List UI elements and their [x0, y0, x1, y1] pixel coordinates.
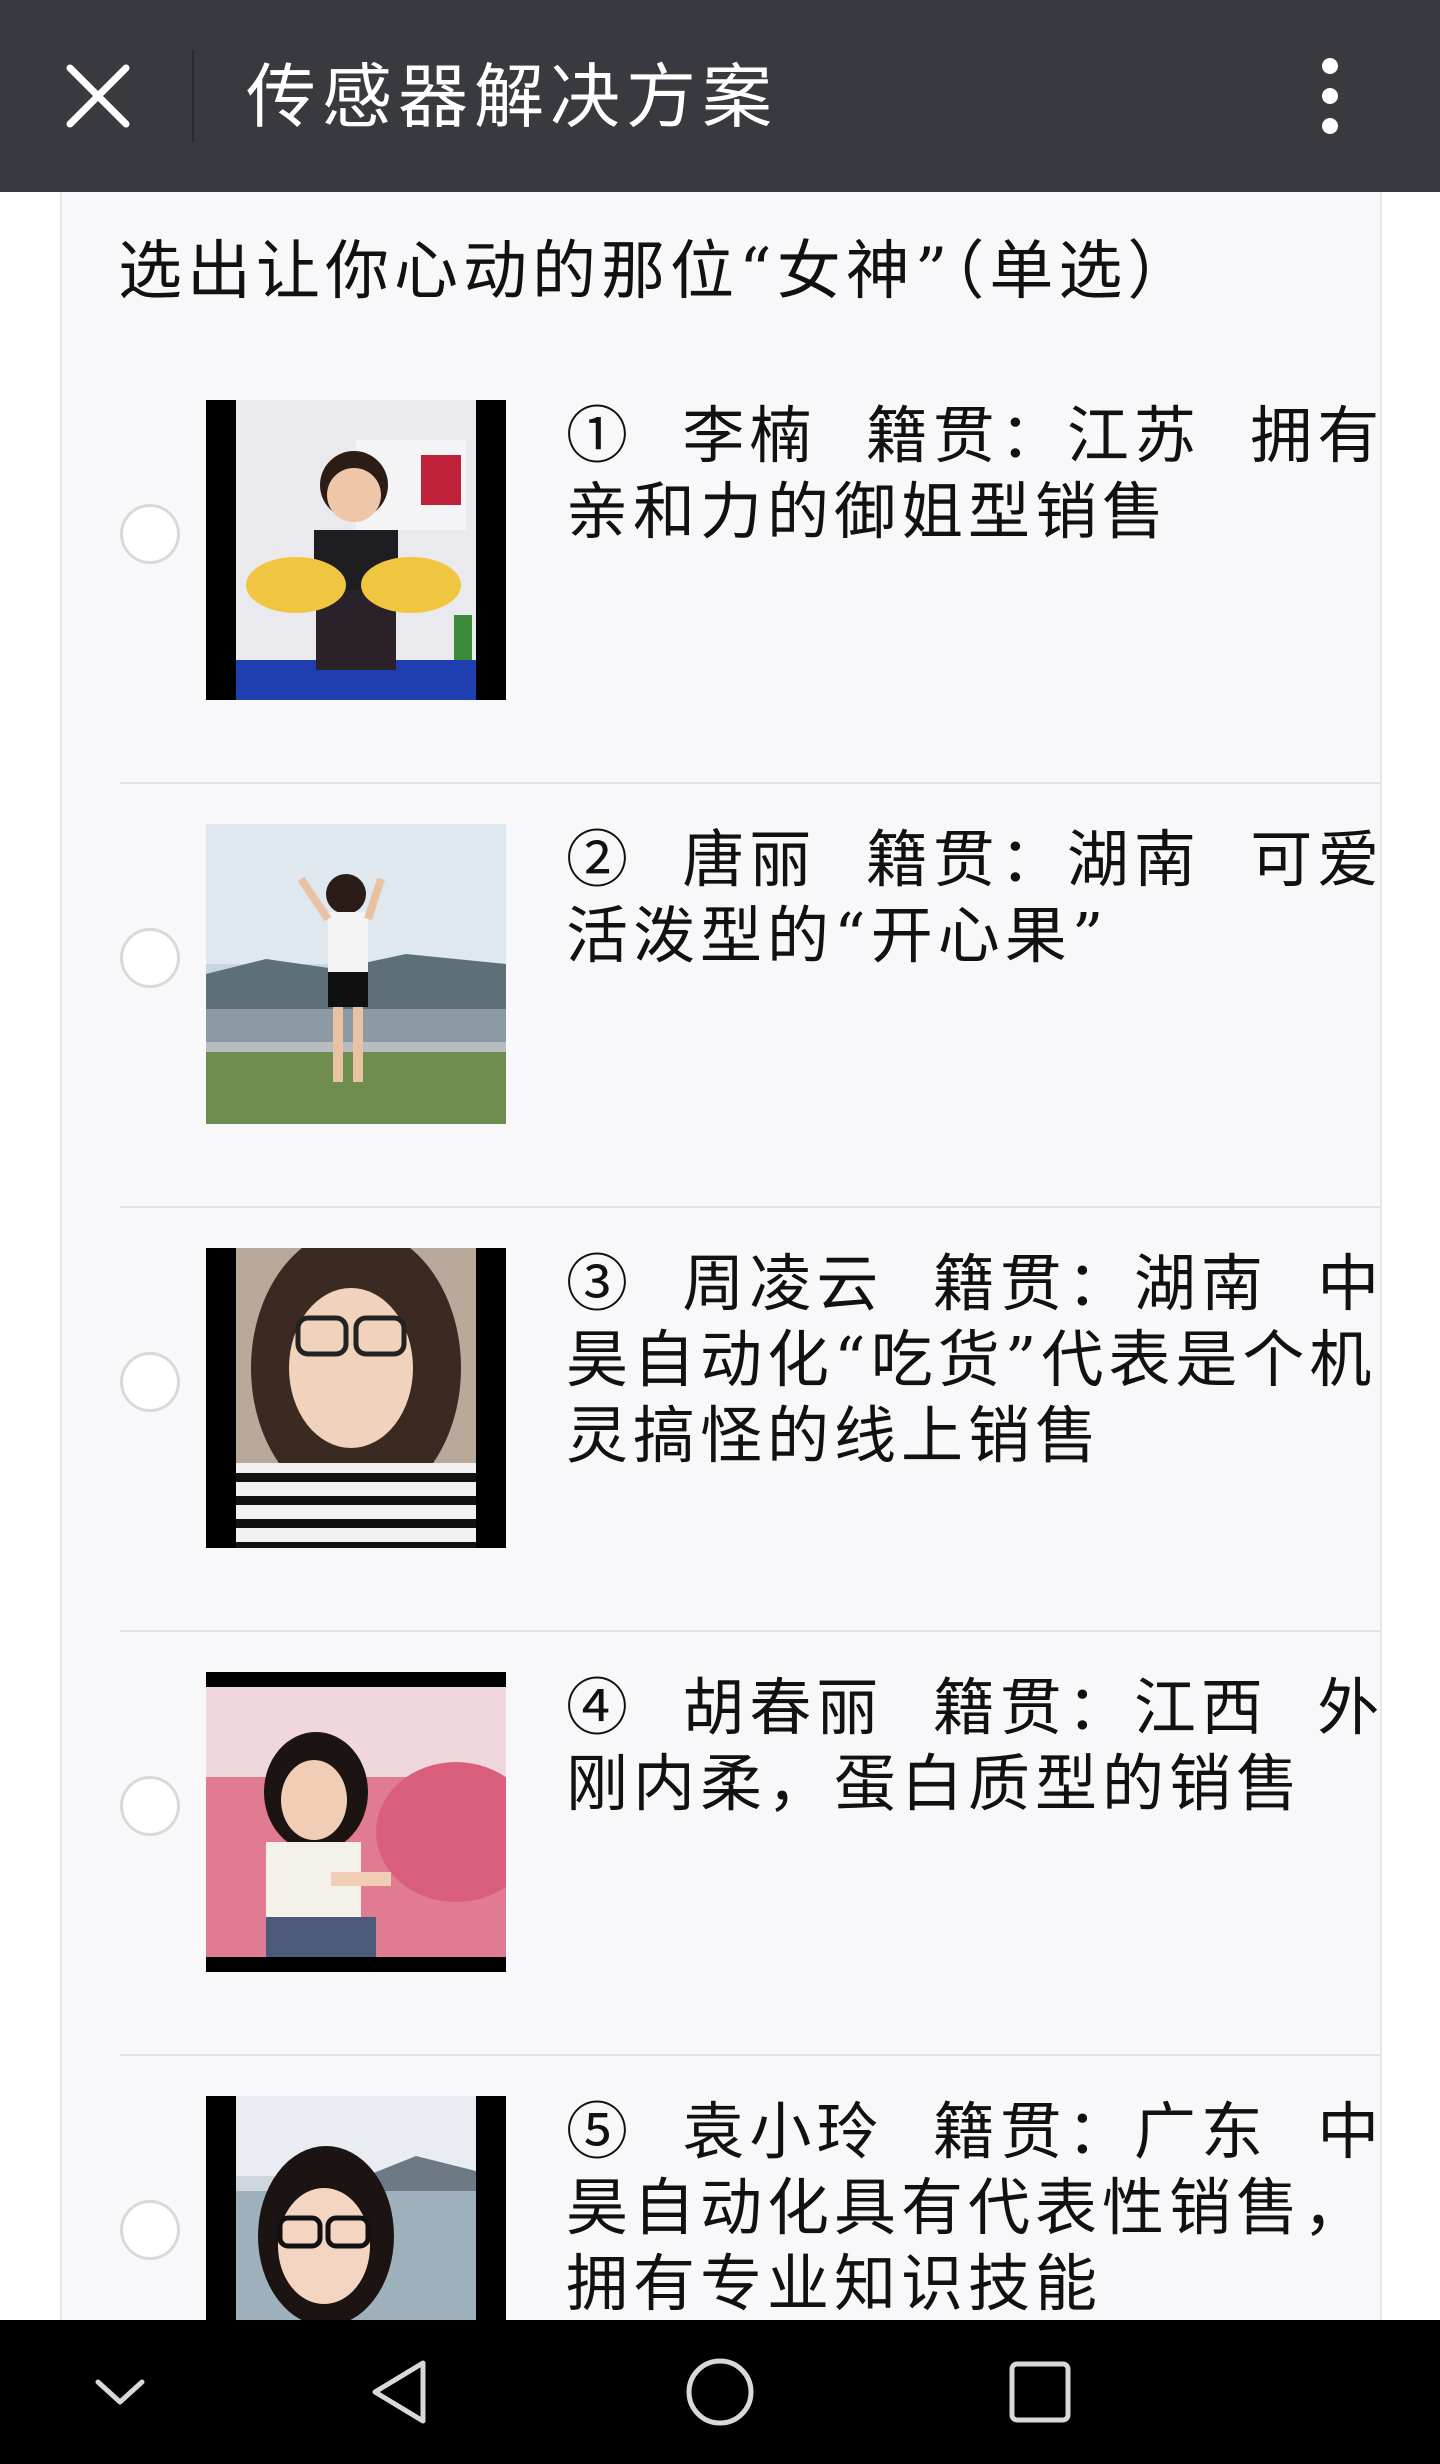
option-text: ① 李楠 籍贯：江苏 拥有亲和力的御姐型销售: [566, 399, 1385, 548]
option-2[interactable]: ② 唐丽 籍贯：湖南 可爱活泼型的“开心果”: [120, 784, 1380, 1208]
back-button[interactable]: [350, 2342, 450, 2442]
option-3[interactable]: ③ 周凌云 籍贯：湖南 中昊自动化“吃货”代表是个机灵搞怪的线上销售: [120, 1208, 1380, 1632]
more-button[interactable]: [1290, 46, 1370, 146]
radio-button[interactable]: [120, 1352, 180, 1412]
radio-button[interactable]: [120, 2200, 180, 2260]
radio-button[interactable]: [120, 504, 180, 564]
more-vertical-icon: [1322, 58, 1338, 74]
option-text: ④ 胡春丽 籍贯：江西 外刚内柔，蛋白质型的销售: [566, 1671, 1385, 1820]
option-photo: [206, 1672, 506, 1972]
option-photo: [206, 824, 506, 1124]
option-5[interactable]: ⑤ 袁小玲 籍贯：广东 中昊自动化具有代表性销售，拥有专业知识技能: [120, 2056, 1380, 2320]
option-photo: [206, 1248, 506, 1548]
option-text: ⑤ 袁小玲 籍贯：广东 中昊自动化具有代表性销售，拥有专业知识技能: [566, 2095, 1385, 2320]
close-button[interactable]: [48, 46, 148, 146]
option-photo: [206, 2096, 506, 2320]
question-title: 选出让你心动的那位“女神”（单选）: [118, 235, 1197, 309]
collapse-button[interactable]: [70, 2342, 170, 2442]
option-text: ③ 周凌云 籍贯：湖南 中昊自动化“吃货”代表是个机灵搞怪的线上销售: [566, 1247, 1385, 1472]
chevron-down-icon: [95, 2379, 145, 2405]
recents-button[interactable]: [990, 2342, 1090, 2442]
option-photo: [206, 400, 506, 700]
page-title: 传感器解决方案: [246, 56, 778, 138]
title-bar: 传感器解决方案: [0, 0, 1440, 192]
option-text: ② 唐丽 籍贯：湖南 可爱活泼型的“开心果”: [566, 823, 1385, 972]
radio-button[interactable]: [120, 1776, 180, 1836]
survey-card: 选出让你心动的那位“女神”（单选） ① 李楠 籍贯：江苏 拥有亲和力的御姐型销售…: [60, 192, 1382, 2320]
home-button[interactable]: [670, 2342, 770, 2442]
back-triangle-icon: [372, 2360, 426, 2424]
title-divider: [192, 50, 194, 142]
option-4[interactable]: ④ 胡春丽 籍贯：江西 外刚内柔，蛋白质型的销售: [120, 1632, 1380, 2056]
home-circle-icon: [686, 2358, 754, 2426]
option-1[interactable]: ① 李楠 籍贯：江苏 拥有亲和力的御姐型销售: [120, 360, 1380, 784]
close-icon: [66, 64, 130, 128]
system-nav-bar: [0, 2320, 1440, 2464]
radio-button[interactable]: [120, 928, 180, 988]
survey-content[interactable]: 选出让你心动的那位“女神”（单选） ① 李楠 籍贯：江苏 拥有亲和力的御姐型销售…: [0, 192, 1440, 2320]
recents-square-icon: [1009, 2361, 1071, 2423]
